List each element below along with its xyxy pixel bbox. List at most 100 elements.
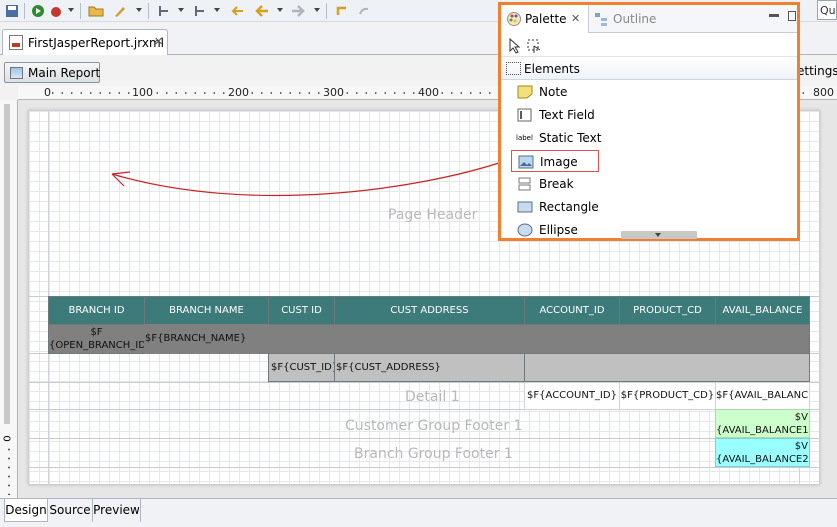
tab-first-jasper-report[interactable]: FirstJasperReport.jrxml ✕	[2, 29, 168, 55]
palette-item-text-field[interactable]: Text Field	[511, 104, 751, 126]
column-header[interactable]: AVAIL_BALANCE	[715, 296, 810, 325]
note-icon	[517, 85, 533, 99]
settings-link[interactable]: ettings	[797, 64, 837, 78]
close-icon[interactable]: ✕	[571, 12, 580, 25]
field-account-id[interactable]: $F{ACCOUNT_ID}	[524, 382, 620, 410]
ruler-label: 100	[131, 86, 154, 99]
palette-tools	[501, 34, 797, 57]
run-icon[interactable]	[30, 3, 46, 19]
field-avail-balance[interactable]: $F{AVAIL_BALANCE}	[715, 382, 810, 410]
elements-group-label: Elements	[524, 62, 580, 76]
back-arrow-icon[interactable]	[254, 3, 270, 19]
palette-item-label: Text Field	[539, 108, 595, 122]
chevron-down-icon[interactable]	[314, 8, 320, 12]
report-file-icon	[9, 35, 23, 50]
chevron-down-icon[interactable]	[277, 8, 283, 12]
chevron-down-icon[interactable]	[136, 8, 142, 12]
toolbar-separator	[148, 3, 149, 19]
save-all-icon[interactable]	[4, 3, 20, 19]
ruler-label: 300	[322, 86, 345, 99]
palette-icon	[506, 11, 522, 30]
elements-group-icon	[506, 62, 521, 75]
debug-icon[interactable]	[48, 3, 64, 19]
chevron-down-icon[interactable]	[68, 8, 74, 12]
next-annotation-icon[interactable]	[156, 3, 172, 19]
variable-avail-balance-2[interactable]: $V {AVAIL_BALANCE2}	[715, 438, 810, 467]
vertical-ruler-bar	[4, 104, 10, 424]
outline-icon	[593, 11, 609, 30]
field-branch-name[interactable]: $F{BRANCH_NAME}	[144, 324, 269, 354]
main-report-button[interactable]: Main Report	[4, 62, 100, 83]
palette-item-static-text[interactable]: label Static Text	[511, 127, 751, 149]
column-header[interactable]: ACCOUNT_ID	[524, 296, 620, 325]
palette-item-label: Image	[540, 155, 578, 169]
palette-item-label: Ellipse	[539, 223, 578, 237]
open-folder-icon[interactable]	[88, 3, 104, 19]
chevron-down-icon[interactable]	[178, 8, 184, 12]
field-cust-id[interactable]: $F{CUST_ID}	[268, 353, 335, 382]
band-separator	[29, 438, 819, 439]
ruler-label: 200	[227, 86, 250, 99]
tab-source[interactable]: Source	[48, 499, 93, 522]
toolbar-separator	[24, 3, 25, 19]
column-header[interactable]: CUST ADDRESS	[334, 296, 525, 325]
quick-access-field[interactable]: Qui	[817, 0, 837, 20]
brush-icon[interactable]	[112, 3, 128, 19]
tab-palette-label: Palette	[525, 12, 567, 26]
main-report-label: Main Report	[28, 66, 101, 80]
image-icon	[518, 155, 534, 169]
tab-design[interactable]: Design	[4, 499, 48, 522]
rectangle-icon	[517, 200, 533, 214]
palette-item-label: Static Text	[539, 131, 602, 145]
toolbar-separator	[80, 3, 81, 19]
palette-item-rectangle[interactable]: Rectangle	[511, 196, 751, 218]
report-icon	[10, 67, 23, 79]
previous-annotation-icon[interactable]	[192, 3, 208, 19]
palette-scroll-down[interactable]	[621, 231, 697, 239]
tab-label: FirstJasperReport.jrxml	[28, 36, 164, 50]
variable-avail-balance-1[interactable]: $V {AVAIL_BALANCE1}	[715, 409, 810, 438]
break-icon	[517, 177, 533, 191]
column-header[interactable]: BRANCH ID	[48, 296, 145, 325]
chevron-down-icon[interactable]	[214, 8, 220, 12]
palette-item-image[interactable]: Image	[511, 150, 599, 172]
field-open-branch-id[interactable]: $F {OPEN_BRANCH_ID}	[48, 324, 145, 354]
undo-icon[interactable]	[334, 3, 350, 19]
palette-item-break[interactable]: Break	[511, 173, 751, 195]
palette-item-label: Break	[539, 177, 574, 191]
palette-item-label: Note	[539, 85, 568, 99]
redo-icon[interactable]	[356, 3, 372, 19]
vertical-ruler-ticks	[8, 445, 10, 495]
forward-arrow-icon[interactable]	[290, 3, 306, 19]
maximize-icon[interactable]	[788, 11, 796, 21]
marquee-icon[interactable]	[526, 38, 542, 57]
ruler-label: 400	[417, 86, 440, 99]
palette-panel: Palette ✕ Outline Elements Note Text Fie…	[498, 2, 800, 241]
tab-outline-label: Outline	[613, 12, 657, 26]
band-label-page-header: Page Header	[388, 207, 478, 223]
elements-group-header[interactable]: Elements	[501, 58, 797, 80]
text-field-icon	[517, 108, 533, 122]
column-header[interactable]: CUST ID	[268, 296, 335, 325]
select-pointer-icon[interactable]	[508, 37, 522, 57]
minimize-icon[interactable]	[769, 14, 779, 17]
palette-item-label: Rectangle	[539, 200, 599, 214]
band-separator	[29, 467, 819, 468]
close-icon[interactable]: ✕	[154, 35, 163, 48]
field-cust-address[interactable]: $F{CUST_ADDRESS}	[334, 353, 525, 382]
tab-preview[interactable]: Preview	[93, 499, 141, 522]
band-label-detail: Detail 1	[405, 389, 460, 405]
last-edit-icon[interactable]	[230, 3, 246, 19]
band-label-customer-group-footer: Customer Group Footer 1	[345, 418, 523, 434]
palette-item-note[interactable]: Note	[511, 81, 751, 103]
column-header[interactable]: PRODUCT_CD	[619, 296, 716, 325]
tab-outline[interactable]: Outline	[591, 5, 671, 33]
field-product-cd[interactable]: $F{PRODUCT_CD}	[619, 382, 716, 410]
vertical-ruler-label: 0	[2, 435, 14, 442]
ellipse-icon	[517, 223, 533, 237]
toolbar-separator	[326, 3, 327, 19]
column-header[interactable]: BRANCH NAME	[144, 296, 269, 325]
tab-palette[interactable]: Palette ✕	[501, 5, 589, 33]
static-text-icon: label	[516, 134, 533, 142]
vertical-ruler: 0	[0, 100, 18, 498]
